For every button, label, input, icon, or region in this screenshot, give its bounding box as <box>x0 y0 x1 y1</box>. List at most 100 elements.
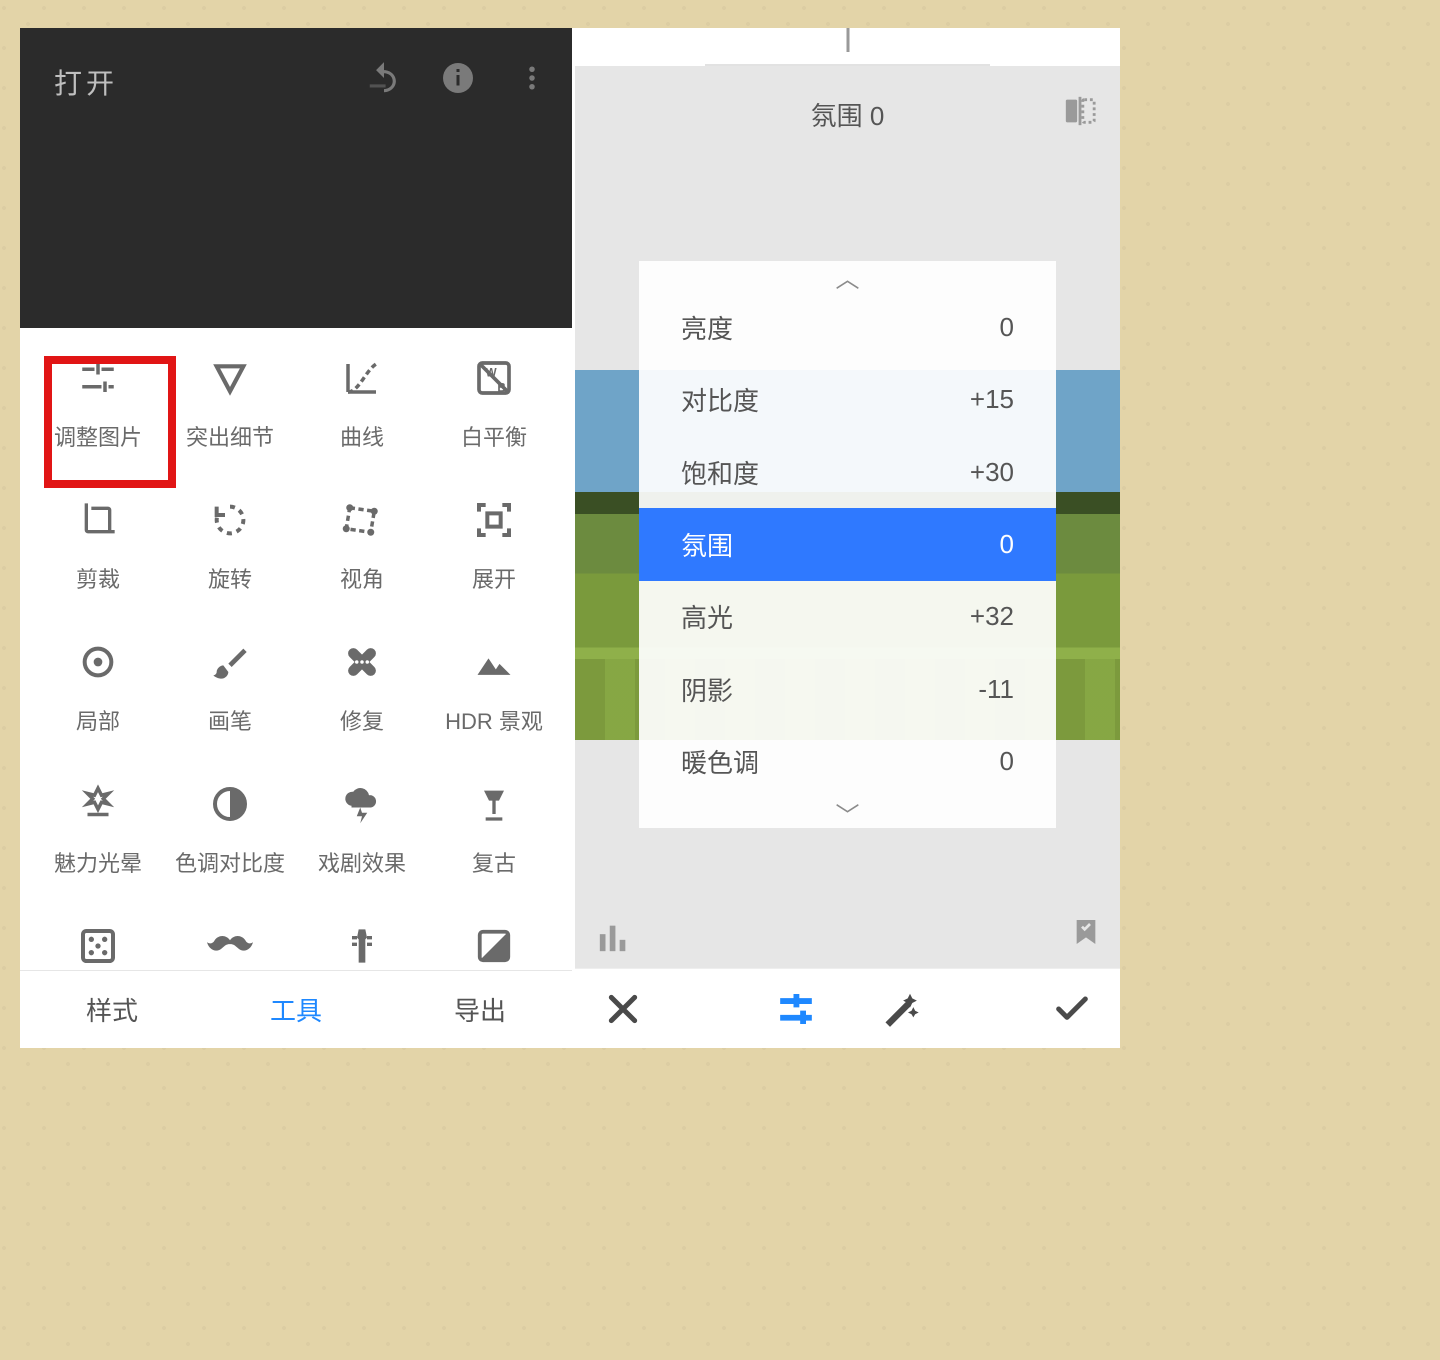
param-value: 0 <box>1000 746 1014 777</box>
param-name: 对比度 <box>681 381 759 418</box>
tool-label: 剪裁 <box>76 562 120 594</box>
svg-text:W: W <box>486 366 497 379</box>
half-circle-icon <box>206 780 254 828</box>
tool-brush[interactable]: 画笔 <box>164 638 296 736</box>
left-screenshot: 打开 调整图片 <box>20 28 575 1048</box>
tab-tools[interactable]: 工具 <box>270 991 322 1028</box>
cloud-bolt-icon <box>338 780 386 828</box>
param-row-4[interactable]: 高光 +32 <box>639 581 1056 653</box>
lamp-icon <box>470 780 518 828</box>
tool-label: 修复 <box>340 704 384 736</box>
tool-expand[interactable]: 展开 <box>428 496 560 594</box>
edit-canvas: 氛围 0 ︿ 亮度 0 对比度 +15 饱和度 +30 氛围 0 高光 +32 阴影 -11 暖色调 0 … <box>575 66 1120 968</box>
svg-text:B: B <box>497 381 505 394</box>
wb-icon: WB <box>470 354 518 402</box>
tool-label: 白平衡 <box>461 420 527 452</box>
magic-wand-button[interactable] <box>878 987 922 1031</box>
undo-stack-icon[interactable] <box>362 56 406 100</box>
tool-label: 旋转 <box>208 562 252 594</box>
param-value: 0 <box>1000 529 1014 560</box>
param-panel[interactable]: ︿ 亮度 0 对比度 +15 饱和度 +30 氛围 0 高光 +32 阴影 -11 暖色调 0 ﹀ <box>639 261 1056 828</box>
tool-label: 复古 <box>472 846 516 878</box>
sliders-icon <box>74 354 122 402</box>
current-param-title: 氛围 0 <box>575 96 1120 133</box>
tools-grid: 调整图片 突出细节 曲线 WB 白平衡 <box>20 328 572 1020</box>
param-value: -11 <box>978 674 1014 705</box>
tool-label: 展开 <box>472 562 516 594</box>
expand-icon <box>470 496 518 544</box>
edit-bottom-bar <box>575 968 1120 1048</box>
tool-label: 画笔 <box>208 704 252 736</box>
param-value: +30 <box>970 457 1014 488</box>
tool-tonal-contrast[interactable]: 色调对比度 <box>164 780 296 878</box>
target-icon <box>74 638 122 686</box>
tool-hdr[interactable]: HDR 景观 <box>428 638 560 736</box>
perspective-icon <box>338 496 386 544</box>
topbar: 打开 <box>20 28 572 328</box>
param-row-2[interactable]: 饱和度 +30 <box>639 436 1056 508</box>
confirm-button[interactable] <box>1050 987 1094 1031</box>
tab-styles[interactable]: 样式 <box>86 991 138 1028</box>
tool-tune[interactable]: 调整图片 <box>32 354 164 452</box>
param-value: 0 <box>1000 312 1014 343</box>
triangle-down-icon <box>206 354 254 402</box>
param-row-1[interactable]: 对比度 +15 <box>639 363 1056 435</box>
tool-vintage[interactable]: 复古 <box>428 780 560 878</box>
glow-icon <box>74 780 122 828</box>
open-button-label[interactable]: 打开 <box>54 62 118 102</box>
tool-label: 局部 <box>76 704 120 736</box>
tool-label: 视角 <box>340 562 384 594</box>
chevron-up-icon: ︿ <box>639 261 1056 291</box>
param-value: +15 <box>970 384 1014 415</box>
adjust-sliders-button[interactable] <box>774 987 818 1031</box>
film-grain-icon <box>74 922 122 970</box>
bottom-tabs: 样式 工具 导出 <box>20 970 572 1048</box>
curves-icon <box>338 354 386 402</box>
brush-icon <box>206 638 254 686</box>
tool-curves[interactable]: 曲线 <box>296 354 428 452</box>
compare-icon[interactable] <box>1060 94 1100 128</box>
tool-white-balance[interactable]: WB 白平衡 <box>428 354 560 452</box>
guitar-head-icon <box>338 922 386 970</box>
slider-ruler[interactable] <box>575 28 1120 66</box>
tab-export[interactable]: 导出 <box>454 991 506 1028</box>
crop-icon <box>74 496 122 544</box>
tool-crop[interactable]: 剪裁 <box>32 496 164 594</box>
tool-drama[interactable]: 戏剧效果 <box>296 780 428 878</box>
cancel-button[interactable] <box>601 987 645 1031</box>
tool-details[interactable]: 突出细节 <box>164 354 296 452</box>
param-name: 高光 <box>681 598 733 635</box>
param-name: 阴影 <box>681 671 733 708</box>
tool-selective[interactable]: 局部 <box>32 638 164 736</box>
tool-healing[interactable]: 修复 <box>296 638 428 736</box>
bookmark-icon[interactable] <box>1070 913 1102 956</box>
param-name: 饱和度 <box>681 454 759 491</box>
param-row-3[interactable]: 氛围 0 <box>639 508 1056 580</box>
chevron-down-icon: ﹀ <box>639 798 1056 828</box>
mustache-icon <box>206 922 254 970</box>
tool-label: 曲线 <box>340 420 384 452</box>
info-icon[interactable] <box>436 56 480 100</box>
param-name: 氛围 <box>681 526 733 563</box>
histogram-icon[interactable] <box>593 920 635 954</box>
param-name: 暖色调 <box>681 743 759 780</box>
tool-label: HDR 景观 <box>445 704 543 736</box>
tool-label: 调整图片 <box>54 420 142 452</box>
tool-glamour[interactable]: 魅力光晕 <box>32 780 164 878</box>
mountains-icon <box>470 638 518 686</box>
bandage-icon <box>338 638 386 686</box>
tool-label: 魅力光晕 <box>54 846 142 878</box>
more-icon[interactable] <box>510 56 554 100</box>
tool-label: 戏剧效果 <box>318 846 406 878</box>
param-value: +32 <box>970 601 1014 632</box>
rotate-icon <box>206 496 254 544</box>
bw-square-icon <box>470 922 518 970</box>
param-name: 亮度 <box>681 309 733 346</box>
param-row-0[interactable]: 亮度 0 <box>639 291 1056 363</box>
tool-label: 色调对比度 <box>175 846 285 878</box>
tool-perspective[interactable]: 视角 <box>296 496 428 594</box>
tool-label: 突出细节 <box>186 420 274 452</box>
tool-rotate[interactable]: 旋转 <box>164 496 296 594</box>
param-row-6[interactable]: 暖色调 0 <box>639 726 1056 798</box>
param-row-5[interactable]: 阴影 -11 <box>639 653 1056 725</box>
